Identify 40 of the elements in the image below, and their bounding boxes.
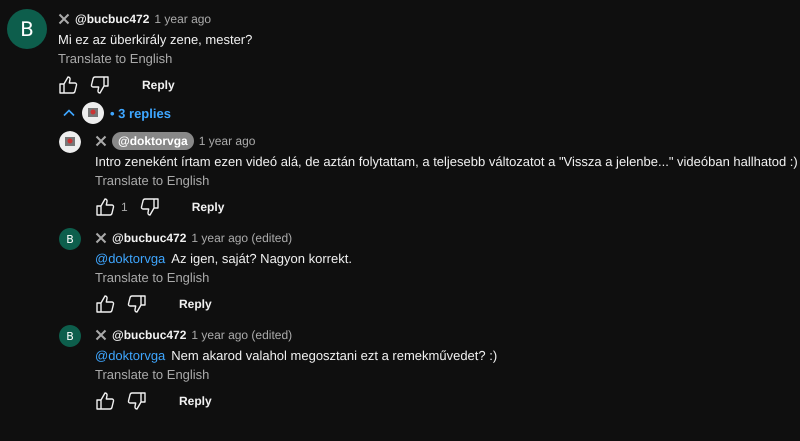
- close-icon[interactable]: [58, 13, 70, 25]
- timestamp[interactable]: 1 year ago (edited): [191, 328, 292, 342]
- like-button[interactable]: [95, 294, 115, 314]
- reply-button[interactable]: Reply: [171, 390, 220, 412]
- like-button[interactable]: [95, 391, 115, 411]
- timestamp[interactable]: 1 year ago: [198, 134, 256, 148]
- mention-link[interactable]: @doktorvga: [95, 347, 166, 364]
- translate-link[interactable]: Translate to English: [95, 367, 210, 383]
- translate-link[interactable]: Translate to English: [58, 51, 172, 67]
- comment-text: Intro zeneként írtam ezen videó alá, de aztán folytattam, a teljesebb változatot a "Vissza a jelenbe..." videóban hallhatod :): [95, 153, 798, 170]
- avatar[interactable]: B: [59, 228, 81, 250]
- avatar-image-icon[interactable]: [59, 131, 81, 153]
- like-button[interactable]: [58, 75, 78, 95]
- like-button[interactable]: 1: [95, 197, 128, 217]
- reply-button[interactable]: Reply: [171, 293, 220, 315]
- dislike-button[interactable]: [140, 197, 160, 217]
- replies-toggle[interactable]: • 3 replies: [110, 106, 171, 120]
- avatar-image-icon: [82, 102, 104, 124]
- close-icon[interactable]: [95, 329, 107, 341]
- avatar[interactable]: B: [7, 9, 47, 49]
- timestamp[interactable]: 1 year ago (edited): [191, 231, 292, 245]
- reply-button[interactable]: Reply: [184, 196, 232, 218]
- timestamp[interactable]: 1 year ago: [154, 12, 212, 26]
- comment-text: Az igen, saját? Nagyon korrekt.: [171, 250, 352, 267]
- translate-link[interactable]: Translate to English: [95, 270, 210, 286]
- comment-text: Nem akarod valahol megosztani ezt a remekművedet? :): [171, 347, 498, 364]
- dislike-button[interactable]: [90, 75, 110, 95]
- dislike-button[interactable]: [127, 294, 147, 314]
- translate-link[interactable]: Translate to English: [95, 173, 210, 189]
- avatar[interactable]: B: [59, 325, 81, 347]
- author-name[interactable]: @bucbuc472: [112, 231, 186, 245]
- mention-link[interactable]: @doktorvga: [95, 250, 166, 267]
- close-icon[interactable]: [95, 135, 107, 147]
- author-name[interactable]: @doktorvga: [112, 132, 194, 150]
- comment-text: Mi ez az überkirály zene, mester?: [58, 31, 252, 48]
- reply-button[interactable]: Reply: [134, 74, 183, 96]
- author-name[interactable]: @bucbuc472: [75, 12, 150, 26]
- close-icon[interactable]: [95, 232, 107, 244]
- author-name[interactable]: @bucbuc472: [112, 328, 186, 342]
- dislike-button[interactable]: [127, 391, 147, 411]
